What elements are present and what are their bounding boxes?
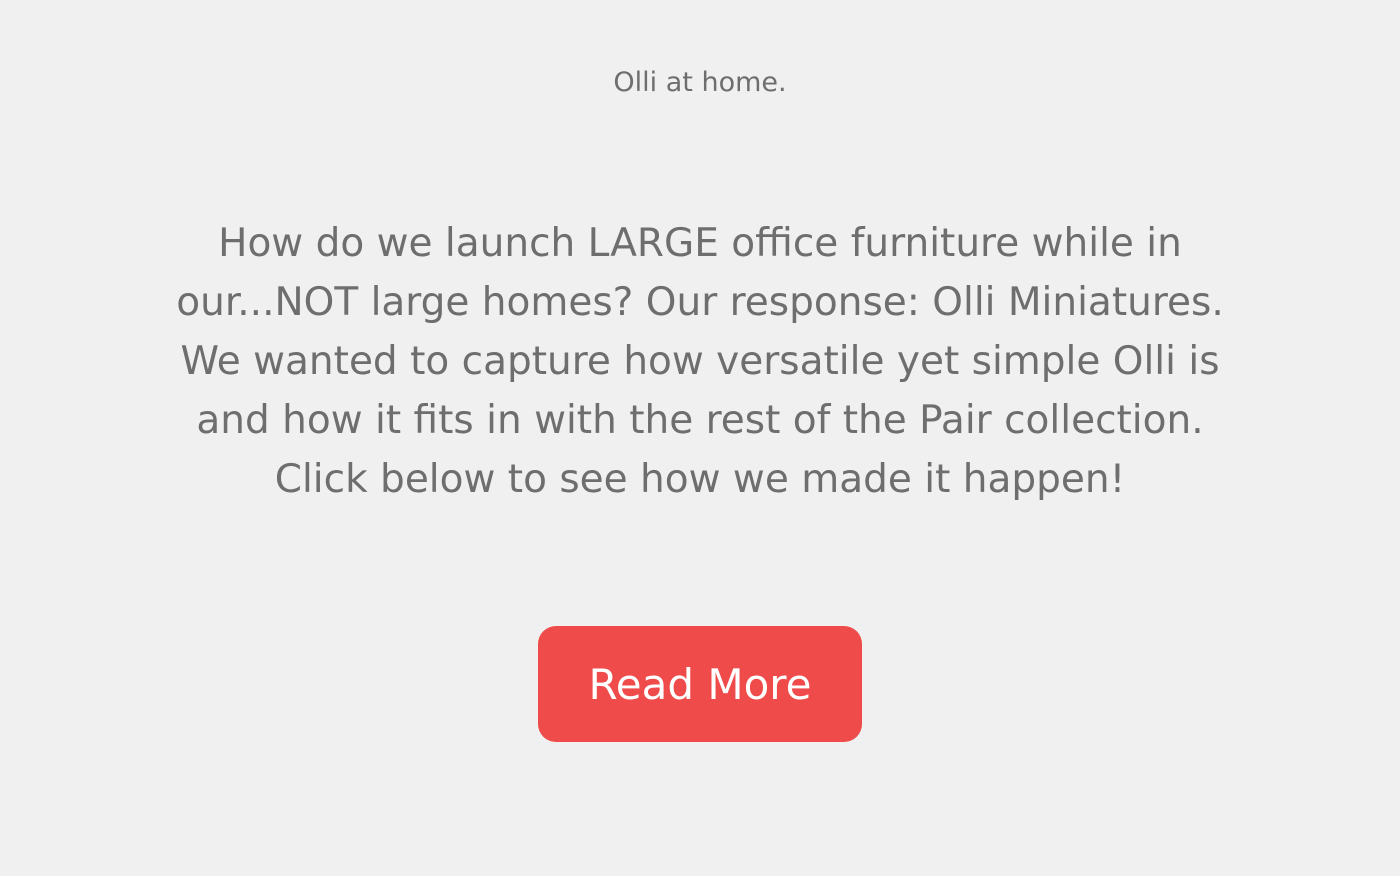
description-text: How do we launch LARGE office furniture … (176, 221, 1224, 502)
image-caption: Olli at home. (613, 67, 787, 98)
read-more-button[interactable]: Read More (538, 626, 862, 742)
content-section: Olli at home. How do we launch LARGE off… (0, 0, 1400, 876)
